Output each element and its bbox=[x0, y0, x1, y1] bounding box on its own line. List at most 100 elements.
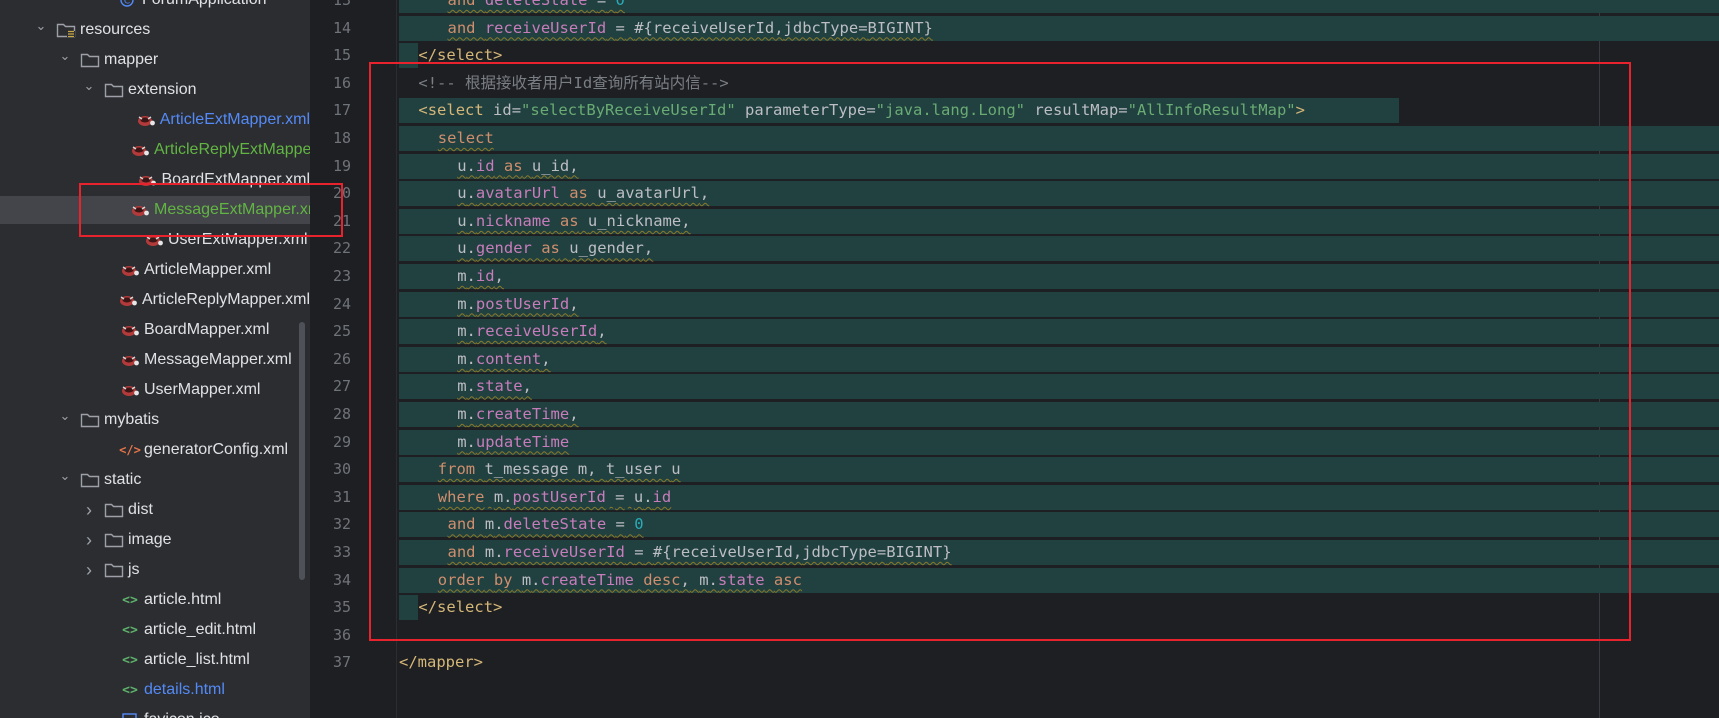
code-text: </mapper> bbox=[399, 653, 483, 672]
code-text: from t_message m, t_user u bbox=[437, 460, 681, 479]
tree-item[interactable]: MessageExtMapper.xml bbox=[0, 196, 310, 224]
line-number: 31 bbox=[332, 487, 351, 506]
tree-item-label: mybatis bbox=[104, 411, 160, 428]
line-number: 20 bbox=[332, 184, 351, 203]
mybatis-xml-icon bbox=[144, 231, 164, 249]
mybatis-xml-icon bbox=[130, 201, 150, 219]
selection-highlight bbox=[399, 153, 1719, 179]
tree-item[interactable]: MessageMapper.xml bbox=[0, 346, 310, 374]
tree-item[interactable]: ArticleReplyExtMapper.xml bbox=[0, 136, 310, 164]
project-tree: C ForumApplication ⌄ resources ⌄ mapper ⌄ exten… bbox=[0, 0, 310, 718]
line-number: 16 bbox=[332, 73, 351, 92]
tree-item-label: UserExtMapper.xml bbox=[168, 231, 308, 248]
chevron-right-icon[interactable]: › bbox=[82, 560, 96, 581]
selection-highlight bbox=[399, 264, 1719, 289]
tree-item[interactable]: BoardExtMapper.xml bbox=[0, 166, 310, 194]
folder-icon bbox=[104, 531, 124, 549]
code-line[interactable] bbox=[311, 649, 1719, 677]
line-number: 30 bbox=[332, 460, 351, 479]
line-number: 35 bbox=[332, 598, 351, 617]
html-file-icon: <> bbox=[122, 622, 138, 638]
tree-item[interactable]: BoardMapper.xml bbox=[0, 316, 310, 344]
code-text: u.avatarUrl as u_avatarUrl, bbox=[457, 184, 710, 203]
tree-item[interactable]: › js bbox=[0, 556, 310, 584]
tree-item-label: resources bbox=[80, 21, 151, 38]
code-line[interactable] bbox=[311, 622, 1719, 650]
selection-highlight bbox=[399, 346, 1719, 372]
line-number: 15 bbox=[332, 46, 351, 65]
tree-item[interactable]: favicon.ico bbox=[0, 706, 310, 718]
tree-item[interactable]: › image bbox=[0, 526, 310, 554]
chevron-down-icon[interactable]: ⌄ bbox=[58, 468, 72, 484]
code-text: m.receiveUserId, bbox=[457, 322, 607, 341]
mybatis-xml-icon bbox=[120, 261, 140, 279]
selection-highlight bbox=[399, 126, 1719, 151]
mybatis-xml-icon bbox=[136, 111, 156, 129]
selection-highlight bbox=[399, 291, 1719, 317]
selection-highlight bbox=[399, 402, 1719, 427]
code-text: m.id, bbox=[457, 267, 504, 285]
chevron-right-icon[interactable]: › bbox=[82, 500, 96, 521]
tree-item-label: article_edit.html bbox=[144, 621, 257, 638]
code-text: and m.deleteState = 0 bbox=[447, 515, 644, 534]
mybatis-xml-icon bbox=[120, 351, 140, 369]
tree-item-label: generatorConfig.xml bbox=[144, 441, 289, 458]
tree-item[interactable]: </> generatorConfig.xml bbox=[0, 436, 310, 464]
tree-item[interactable]: › dist bbox=[0, 496, 310, 524]
code-line[interactable] bbox=[311, 263, 1719, 291]
chevron-down-icon[interactable]: ⌄ bbox=[34, 18, 48, 34]
code-text: </select> bbox=[418, 598, 503, 617]
tree-item-label: details.html bbox=[144, 681, 225, 698]
tree-item-label: article.html bbox=[144, 591, 222, 608]
tree-item[interactable]: <> article.html bbox=[0, 586, 310, 614]
tree-item[interactable]: ⌄ mapper bbox=[0, 46, 310, 74]
tree-item[interactable]: UserMapper.xml bbox=[0, 376, 310, 404]
code-text: and m.receiveUserId = #{receiveUserId,jd… bbox=[447, 543, 952, 561]
code-text: u.nickname as u_nickname, bbox=[457, 211, 691, 230]
tree-item-label: BoardMapper.xml bbox=[144, 321, 270, 338]
line-number: 14 bbox=[332, 18, 351, 37]
code-line[interactable] bbox=[311, 125, 1719, 153]
line-number: 28 bbox=[332, 405, 351, 423]
tree-item-label: image bbox=[128, 531, 172, 548]
image-file-icon bbox=[120, 711, 140, 718]
tree-scrollbar[interactable] bbox=[299, 322, 305, 580]
line-number: 18 bbox=[332, 129, 351, 147]
html-file-icon: <> bbox=[122, 652, 138, 668]
chevron-down-icon[interactable]: ⌄ bbox=[58, 48, 72, 64]
folder-icon bbox=[80, 51, 100, 69]
tree-item[interactable]: ⌄ mybatis bbox=[0, 406, 310, 434]
tree-item-label: UserMapper.xml bbox=[144, 381, 261, 398]
tree-item[interactable]: ⌄ static bbox=[0, 466, 310, 494]
tree-item[interactable]: <> details.html bbox=[0, 676, 310, 704]
selection-highlight bbox=[399, 595, 419, 621]
mybatis-xml-icon bbox=[120, 381, 140, 399]
line-number: 37 bbox=[332, 653, 351, 672]
code-text: u.id as u_id, bbox=[457, 156, 579, 175]
tree-item[interactable]: <> article_list.html bbox=[0, 646, 310, 674]
chevron-down-icon[interactable]: ⌄ bbox=[58, 408, 72, 424]
tree-item[interactable]: ArticleReplyMapper.xml bbox=[0, 286, 310, 314]
tree-item[interactable]: UserExtMapper.xml bbox=[0, 226, 310, 254]
code-line[interactable] bbox=[311, 594, 1719, 622]
tree-item[interactable]: ArticleExtMapper.xml bbox=[0, 106, 310, 134]
tree-item[interactable]: ⌄ resources bbox=[0, 16, 310, 44]
tree-item-label: BoardExtMapper.xml bbox=[161, 171, 310, 188]
tree-item-label: ForumApplication bbox=[142, 0, 267, 9]
line-number: 23 bbox=[332, 267, 351, 285]
html-file-icon: <> bbox=[122, 592, 138, 608]
mybatis-xml-icon bbox=[137, 171, 157, 189]
chevron-down-icon[interactable]: ⌄ bbox=[82, 78, 96, 94]
tree-item[interactable]: <> article_edit.html bbox=[0, 616, 310, 644]
tree-item-label: static bbox=[104, 471, 142, 488]
chevron-right-icon[interactable]: › bbox=[82, 530, 96, 551]
code-line[interactable] bbox=[311, 42, 1719, 70]
mybatis-xml-icon bbox=[118, 291, 138, 309]
tree-item[interactable]: C ForumApplication bbox=[0, 0, 310, 14]
tree-item-label: favicon.ico bbox=[144, 711, 220, 718]
line-number: 21 bbox=[332, 211, 351, 230]
code-text: where m.postUserId = u.id bbox=[437, 487, 672, 506]
tree-item[interactable]: ⌄ extension bbox=[0, 76, 310, 104]
tree-item[interactable]: ArticleMapper.xml bbox=[0, 256, 310, 284]
selection-highlight bbox=[399, 374, 1719, 400]
